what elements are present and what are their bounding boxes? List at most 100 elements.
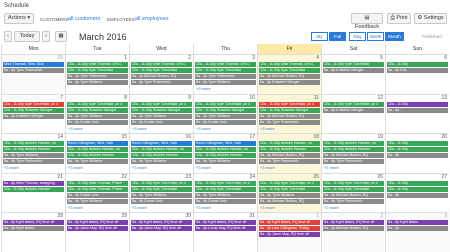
day-cell[interactable]: 3 12a - 11:30p Mike Thomas, ON C 12a - 11:… (193, 54, 257, 94)
shift-event[interactable]: 12a - 11:30p Andrew Hansen (195, 153, 256, 159)
shift-event[interactable]: 12a - 11:30p Andrew Hansen, on (3, 141, 64, 147)
employees-filter-link[interactable]: all employees (135, 16, 169, 22)
day-cell[interactable]: 1 8a - 8p Kyell Bates, RQ time off 8a - 5p… (257, 212, 321, 252)
shift-event[interactable]: 8a - 8p Michael Bolden, RQ (259, 113, 320, 119)
shift-event[interactable]: 8a - 8p (387, 153, 448, 159)
shift-event[interactable]: 12a - 11:30p (387, 62, 448, 67)
view-day-button[interactable]: Day (349, 32, 366, 41)
more-events-link[interactable]: +2 more (196, 86, 211, 91)
day-cell[interactable]: 6 12a - 11:30p 8a - 8p Kris (385, 54, 449, 94)
shift-event[interactable]: 12a - 11:30p Kyle Turchinski (259, 186, 320, 192)
more-events-link[interactable]: +3 more (260, 126, 275, 131)
shift-event[interactable]: 8a - 8p Tyler Federwitch (323, 198, 384, 204)
day-cell[interactable]: 28 8a - 8p Kyell Bates, RQ time off 8a - 8… (1, 212, 65, 252)
day-cell[interactable]: 4 12a - 11:30p Mike Thomas, ON C 12a - 11:… (257, 54, 321, 94)
shift-event[interactable]: 8a - 8p Michael Bolden, RQ (259, 198, 320, 204)
shift-event[interactable]: 12a - 11:30p Mike Thomas, Power (67, 180, 128, 186)
day-cell[interactable]: 31 8a - 8p Kyell Bates, RQ time off 8a - 5… (193, 212, 257, 252)
view-my-button[interactable]: My (311, 32, 328, 41)
shift-event[interactable]: 8a - 8p Kristelen Wenger (3, 113, 64, 119)
shift-event[interactable]: 12a - 11:30p Kyle Turchinski, on c (3, 101, 64, 107)
shift-event[interactable]: 12a - 11:30p Kristelen Wenger (195, 107, 256, 113)
shift-event[interactable]: 12a - 11:30p Kyle Turchinski, on c (259, 180, 320, 186)
shift-event[interactable]: 8a - 8p Tyler Williams (3, 153, 64, 159)
shift-event[interactable]: 8a - 5p Michael Bolden, RQ (323, 192, 384, 198)
shift-event[interactable]: 8a - 8p Tyler Federwitch (323, 159, 384, 165)
shift-event[interactable]: 8a - 8p Kyell Bates (387, 220, 448, 226)
day-cell[interactable]: 25 12a - 11:30p Kyle Turchinski, on c 12a … (257, 172, 321, 213)
shift-event[interactable]: 12a - 11:30p Kyle Turchinski (67, 68, 128, 73)
shift-event[interactable]: 12a - 11:30p Mike Thomas, Power (67, 186, 128, 192)
day-cell[interactable]: 19 12a - 11:30p Andrew Hansen, on 12a - 11… (321, 133, 385, 173)
shift-event[interactable]: 12a - 11:30p Kyle Turchinski (195, 186, 256, 192)
shift-event[interactable]: 8a - 8p (387, 192, 448, 198)
shift-event[interactable]: 8a - 5p Jaron May, RQ time off (259, 232, 320, 238)
shift-event[interactable]: 12a - 11:30p Andrew Hansen (3, 186, 64, 192)
view-week-button[interactable]: Week (367, 32, 384, 41)
shift-event[interactable]: 12a - 11:30p Kyle Turchinski, on c (67, 101, 128, 107)
day-cell[interactable]: 13 12a - 11:30p 8a - 8p (385, 93, 449, 134)
shift-event[interactable]: 12a - 11:30p Kyle Turchinski, on c (323, 180, 384, 186)
settings-button[interactable]: ⚙ Settings (414, 13, 447, 24)
shift-event[interactable]: 8a - 5p Michael Bolden, RQ (323, 226, 384, 232)
day-cell[interactable]: 16 Kevin Gillingham, Shrs, Sick 12a - 11:3… (129, 133, 193, 173)
shift-event[interactable]: 12a - 11:30p Andrew Hansen, on (67, 147, 128, 153)
shift-event[interactable]: 8a - 8p Tyler Williams (67, 113, 128, 119)
shift-event[interactable]: 12a - 11:30p Kyle Turchinski, on c (195, 101, 256, 107)
shift-event[interactable]: 8a - 5p (387, 226, 448, 232)
shift-event[interactable]: Kevin Gillingham, Shrs, Sick (67, 141, 128, 147)
shift-event[interactable]: 12a - 11:30p Andrew Hansen, on (195, 147, 256, 153)
shift-event[interactable]: 8a - 8p Kristelen Wenger (323, 68, 384, 73)
more-events-link[interactable]: +3 more (196, 126, 211, 131)
shift-event[interactable]: 12a - 11:30p (387, 180, 448, 186)
shift-event[interactable]: 8a - 8p Tyler Williams (131, 113, 192, 119)
customers-filter-link[interactable]: all customers (68, 16, 100, 22)
shift-event[interactable]: 8a - 8p Tyler Williams (67, 159, 128, 165)
shift-event[interactable]: 12a - 11:30p Kyle Turchinski, on c (131, 101, 192, 107)
actions-button[interactable]: Actions ▾ (4, 13, 34, 24)
shift-event[interactable]: 12a - 11:30p (387, 186, 448, 192)
shift-event[interactable]: 8a - 8p Kristelen Wenger (259, 80, 320, 85)
shift-event[interactable]: 8a - 5p Michael Bolden, RQ (323, 153, 384, 159)
shift-event[interactable]: 12a - 11:30p Kyle Turchinski (323, 186, 384, 192)
shift-event[interactable]: 8a - 8p Tyler Williams (195, 192, 256, 198)
prev-button[interactable]: ‹ (4, 31, 12, 42)
shift-event[interactable]: 8a - 8p Dustin Lietz (195, 198, 256, 204)
shift-event[interactable]: 12a - 11:30p Andrew Hansen, on (323, 141, 384, 147)
shift-event[interactable]: 8a - 8p Kris (387, 68, 448, 73)
more-events-link[interactable]: +3 more (132, 205, 147, 210)
shift-event[interactable]: 8a - 8p Tyler Williams (131, 192, 192, 198)
more-events-link[interactable]: +3 more (196, 165, 211, 170)
day-cell[interactable]: 22 12a - 11:30p Mike Thomas, Power 12a - 1… (65, 172, 129, 213)
day-cell[interactable]: 18 12a - 11:30p Andrew Hansen, on 12a - 11… (257, 133, 321, 173)
shift-event[interactable]: 12a - 11:30p Mike Thomas, ON C (67, 62, 128, 67)
shift-event[interactable]: 12a - 11:30p Kristelen Wenger (131, 107, 192, 113)
shift-event[interactable]: 12a - 11:30p Kristelen Wenger (259, 107, 320, 113)
shift-event[interactable]: 8a - 8p Tyler Williams (195, 159, 256, 165)
shift-event[interactable]: 8a - 8p Kyell Bates, RQ time off (195, 220, 256, 226)
shift-event[interactable]: 12a - 11:30p Andrew Hansen (323, 147, 384, 153)
shift-event[interactable]: 12a - 11:30p Kyle Turchinski (131, 68, 192, 73)
shift-event[interactable]: 12a - 11:30p Andrew Hansen (67, 153, 128, 159)
day-cell[interactable]: 29 Mike Thomas, Shrs, Sick 8a - 8p Tyler F… (1, 54, 65, 94)
shift-event[interactable]: 12a - 11:30p Kyle Turchinski, on c (131, 180, 192, 186)
day-cell[interactable]: 26 12a - 11:30p Kyle Turchinski, on c 12a … (321, 172, 385, 213)
shift-event[interactable]: 8a - 8p Dustin Lietz (67, 192, 128, 198)
shift-event[interactable]: 12a - 11:30p Mike Thomas, ON C (195, 62, 256, 67)
shift-event[interactable]: 8a - 8p Tyler Williams (131, 159, 192, 165)
shift-event[interactable]: 8a - 8p Kyell Bates, RQ time off (67, 220, 128, 226)
shift-event[interactable]: 12a - 11:30p Kyle Turchinski, on c (323, 101, 384, 107)
day-cell[interactable]: 14 12a - 11:30p Andrew Hansen, on 12a - 11… (1, 133, 65, 173)
more-events-link[interactable]: +1 more (324, 165, 339, 170)
shift-event[interactable]: 8a - 5p Michael Bolden, RQ (259, 74, 320, 79)
shift-event[interactable]: 8a - 8p Tyler Federwitch (3, 68, 64, 73)
day-cell[interactable]: 2 8a - 8p Kyell Bates, RQ time off 8a - 5p… (321, 212, 385, 252)
more-events-link[interactable]: +3 more (260, 165, 275, 170)
shift-event[interactable]: 8a - 8p Kyell Bates (3, 226, 64, 232)
shift-event[interactable]: 8a - 8p Mike Thomas, swapping (3, 180, 64, 186)
day-cell[interactable]: 21 8a - 8p Mike Thomas, swapping 12a - 11:… (1, 172, 65, 213)
calendar-picker-button[interactable]: ▦ (55, 31, 67, 42)
shift-event[interactable]: 12a - 11:30p Kyle Turchinski, on c (259, 101, 320, 107)
day-cell[interactable]: 15 Kevin Gillingham, Shrs, Sick 12a - 11:3… (65, 133, 129, 173)
shift-event[interactable]: 8a - 8p Dustin Lietz (67, 119, 128, 125)
